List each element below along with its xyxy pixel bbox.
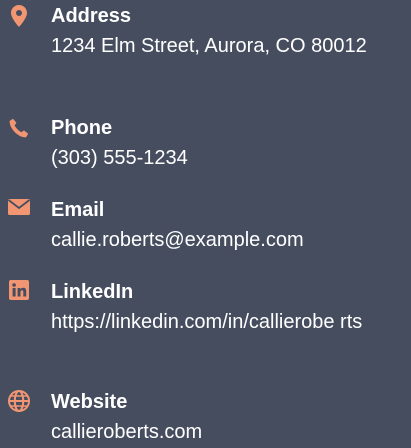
- contact-label-website: Website: [51, 391, 128, 413]
- envelope-icon: [8, 196, 30, 218]
- map-pin-icon: [8, 5, 30, 27]
- contact-list: Address 1234 Elm Street, Aurora, CO 8001…: [0, 0, 411, 448]
- contact-label-email: Email: [51, 199, 105, 221]
- contact-value-email: callie.roberts@example.com: [51, 229, 304, 251]
- contact-value-address: 1234 Elm Street, Aurora, CO 80012: [51, 35, 367, 57]
- contact-value-phone: (303) 555-1234: [51, 147, 188, 169]
- phone-icon: [8, 117, 30, 139]
- linkedin-icon: [8, 279, 30, 301]
- contact-label-address: Address: [51, 5, 132, 27]
- contact-label-phone: Phone: [51, 117, 113, 139]
- contact-value-website[interactable]: callieroberts.com: [51, 418, 391, 446]
- contact-label-linkedin: LinkedIn: [51, 281, 134, 303]
- globe-icon: [8, 390, 30, 412]
- contact-value-linkedin[interactable]: https://linkedin.com/in/callierobe rts: [51, 308, 391, 336]
